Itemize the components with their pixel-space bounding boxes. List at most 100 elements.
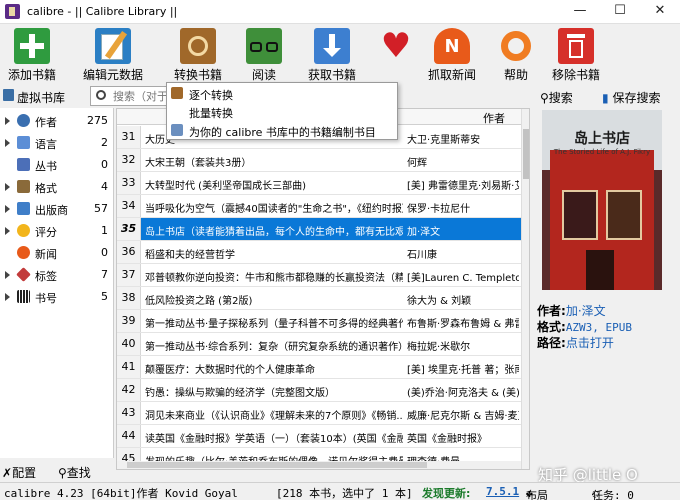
row-number: 31	[117, 126, 141, 148]
book-count: [218 本书，选中了 1 本]	[276, 487, 413, 500]
row-number: 32	[117, 149, 141, 171]
table-row[interactable]: 44 读英国《金融时报》学英语（一）（套装10本）(英国《金融... 英国《金融时报…	[117, 425, 521, 448]
table-row[interactable]: 36 稻盛和夫的经营哲学 石川康	[117, 241, 521, 264]
barcode-icon	[17, 290, 30, 303]
tag-category-series[interactable]: 丛书 0	[0, 154, 114, 176]
book-author-cell: (美)乔治·阿克洛夫 & (美)罗伯特	[407, 388, 519, 399]
find-icon: ⚲	[58, 466, 67, 480]
row-number: 34	[117, 195, 141, 217]
search-icon	[96, 90, 106, 100]
table-row[interactable]: 37 邓普顿教你逆向投资：牛市和熊市都稳赚的长赢投资法（精编... [美]Laure…	[117, 264, 521, 287]
table-row[interactable]: 35 岛上书店（读者能猜着出品，每个人的生命中，都有无比艰难的那... 加·泽文	[117, 218, 521, 241]
author-column-header[interactable]: 作者	[483, 110, 505, 126]
table-row[interactable]: 43 洞见未来商业（《认识商业》《理解未来的7个原则》《畅销... 威廉·尼克尔斯 …	[117, 402, 521, 425]
book-author-cell: 加·泽文	[407, 227, 441, 238]
maximize-button[interactable]: ☐	[600, 0, 640, 24]
book-author-cell: 徐大为 & 刘颖	[407, 296, 472, 307]
expand-arrow-icon	[5, 117, 10, 125]
table-row[interactable]: 32 大宋王朝（套装共3册） 何辉	[117, 149, 521, 172]
update-version-link[interactable]: 7.5.1	[486, 485, 519, 498]
cover-subtitle: The Storied Life of A.J. Fikry	[553, 148, 651, 156]
virtual-library-button[interactable]: 虚拟书库	[17, 89, 65, 106]
close-button[interactable]: ✕	[640, 0, 680, 24]
edit-metadata-button[interactable]: 编辑元数据	[80, 26, 146, 82]
menu-item-create-catalog[interactable]: 为你的 calibre 书库中的书籍编制书目	[167, 121, 397, 139]
hscroll-thumb[interactable]	[127, 462, 427, 468]
book-author-cell: 石川康	[407, 250, 437, 261]
get-books-button[interactable]: 获取书籍	[304, 26, 360, 82]
search-button[interactable]: ⚲搜索	[540, 89, 573, 106]
convert-icon	[171, 87, 183, 99]
calibre-app-icon	[5, 4, 20, 19]
tag-browser: 作者 275 语言 2 丛书 0 格式 4 出版商 57 评分 1 新闻 0 标…	[0, 108, 114, 458]
tag-category-languages[interactable]: 语言 2	[0, 132, 114, 154]
book-title-cell: 大转型时代 (美利坚帝国成长三部曲)	[145, 181, 306, 192]
remove-books-button[interactable]: 移除书籍	[546, 26, 606, 82]
menu-item-convert-individually[interactable]: 逐个转换	[167, 84, 397, 102]
detail-path: 路径:点击打开	[537, 336, 614, 350]
book-title-cell: 第一推动丛书·综合系列：复杂（研究复杂系统的通识著作）	[145, 342, 403, 353]
expand-arrow-icon	[5, 139, 10, 147]
tag-category-news[interactable]: 新闻 0	[0, 242, 114, 264]
tag-category-publishers[interactable]: 出版商 57	[0, 198, 114, 220]
expand-arrow-icon	[5, 271, 10, 279]
book-title-cell: 钓愚：操纵与欺骗的经济学（完整图文版）	[145, 388, 335, 399]
book-cover[interactable]: 岛上书店 The Storied Life of A.J. Fikry	[542, 110, 662, 290]
news-icon: N	[434, 28, 470, 64]
row-number: 39	[117, 310, 141, 332]
tag-category-authors[interactable]: 作者 275	[0, 110, 114, 132]
book-title-cell: 当呼吸化为空气（震撼40国读者的"生命之书"，《纽约时报》...	[145, 204, 403, 215]
find-button[interactable]: ⚲查找	[58, 464, 91, 481]
window-title: calibre - || Calibre Library ||	[27, 5, 178, 18]
add-books-button[interactable]: 添加书籍	[4, 26, 60, 82]
row-number: 33	[117, 172, 141, 194]
donate-heart-button[interactable]: ♥	[376, 26, 416, 82]
save-search-button[interactable]: ▮ 保存搜索	[602, 89, 660, 106]
scroll-thumb[interactable]	[523, 129, 529, 179]
menu-item-bulk-convert[interactable]: 批量转换	[167, 102, 397, 120]
fetch-news-button[interactable]: N 抓取新闻	[424, 26, 480, 82]
minimize-button[interactable]: —	[560, 0, 600, 24]
configure-button[interactable]: ✗配置	[2, 464, 36, 481]
expand-arrow-icon	[5, 183, 10, 191]
formats-link[interactable]: AZW3, EPUB	[566, 321, 632, 334]
row-number: 35	[117, 218, 141, 240]
vertical-scrollbar[interactable]	[521, 109, 529, 469]
author-link[interactable]: 加·泽文	[566, 304, 606, 318]
version-info: calibre 4.23 [64bit]作者 Kovid Goyal	[4, 487, 238, 500]
tag-category-identifiers[interactable]: 书号 5	[0, 286, 114, 308]
tag-category-formats[interactable]: 格式 4	[0, 176, 114, 198]
table-row[interactable]: 39 第一推动丛书·量子探秘系列（量子科普不可多得的经典著作... 布鲁斯·罗森布鲁…	[117, 310, 521, 333]
table-row[interactable]: 33 大转型时代 (美利坚帝国成长三部曲) [美] 弗雷德里克·刘易斯·艾伦	[117, 172, 521, 195]
table-row[interactable]: 41 颠覆医疗：大数据时代的个人健康革命 [美] 埃里克·托普 著；张南	[117, 356, 521, 379]
book-title-cell: 洞见未来商业（《认识商业》《理解未来的7个原则》《畅销...	[145, 411, 403, 422]
search-button-icon: ⚲	[540, 91, 549, 105]
row-number: 36	[117, 241, 141, 263]
help-button[interactable]: 帮助	[496, 26, 536, 82]
publishers-icon	[17, 202, 30, 215]
reading-glasses-icon	[246, 28, 282, 64]
book-title-cell: 稻盛和夫的经营哲学	[145, 250, 235, 261]
expand-arrow-icon	[5, 205, 10, 213]
table-row[interactable]: 40 第一推动丛书·综合系列：复杂（研究复杂系统的通识著作） 梅拉妮·米歇尔	[117, 333, 521, 356]
formats-icon	[17, 180, 30, 193]
languages-icon	[17, 136, 30, 149]
table-row[interactable]: 38 低风险投资之路 (第2版) 徐大为 & 刘颖	[117, 287, 521, 310]
convert-books-button[interactable]: 转换书籍	[170, 26, 226, 82]
book-author-cell: [美]Lauren C. Templeton	[407, 273, 519, 284]
tag-category-tags[interactable]: 标签 7	[0, 264, 114, 286]
open-path-link[interactable]: 点击打开	[566, 336, 614, 350]
book-author-cell: 布鲁斯·罗森布鲁姆 & 弗雷德	[407, 319, 519, 330]
download-icon	[314, 28, 350, 64]
table-row[interactable]: 34 当呼吸化为空气（震撼40国读者的"生命之书"，《纽约时报》... 保罗·卡拉尼…	[117, 195, 521, 218]
horizontal-scrollbar[interactable]	[117, 461, 521, 469]
table-row[interactable]: 42 钓愚：操纵与欺骗的经济学（完整图文版） (美)乔治·阿克洛夫 & (美)罗伯特	[117, 379, 521, 402]
tag-icon	[16, 267, 31, 282]
row-number: 37	[117, 264, 141, 286]
update-label: 发现更新:	[422, 487, 471, 500]
book-details-panel: 岛上书店 The Storied Life of A.J. Fikry 作者:加…	[532, 108, 680, 470]
row-number: 44	[117, 425, 141, 447]
tag-category-rating[interactable]: 评分 1	[0, 220, 114, 242]
catalog-icon	[171, 124, 183, 136]
read-book-button[interactable]: 阅读	[244, 26, 284, 82]
